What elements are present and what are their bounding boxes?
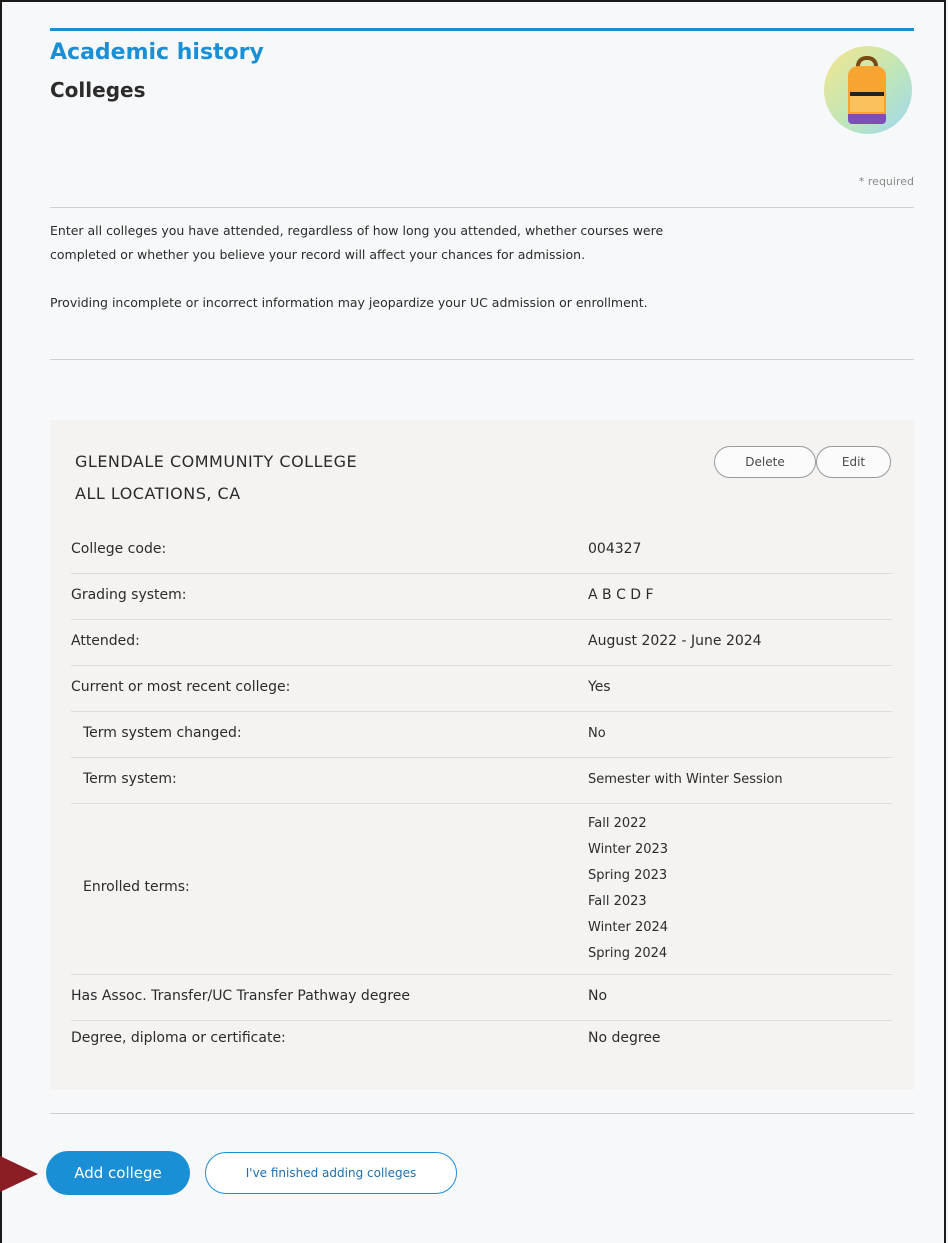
detail-label: Grading system:: [71, 587, 187, 603]
detail-label: Enrolled terms:: [83, 879, 190, 895]
backpack-bottom: [848, 114, 886, 124]
required-note: * required: [858, 175, 914, 188]
college-location: ALL LOCATIONS, CA: [75, 484, 241, 503]
detail-value: 004327: [588, 541, 642, 557]
detail-row-transfer-degree: Has Assoc. Transfer/UC Transfer Pathway …: [71, 974, 892, 1021]
detail-row-college-code: College code: 004327: [71, 527, 892, 574]
intro-paragraph-2: Providing incomplete or incorrect inform…: [50, 295, 648, 310]
divider: [50, 207, 914, 208]
college-name-line1: GLENDALE COMMUNITY COLLEGE: [75, 452, 358, 471]
backpack-pocket: [850, 92, 884, 112]
finished-adding-colleges-button[interactable]: I've finished adding colleges: [205, 1152, 457, 1194]
detail-row-attended: Attended: August 2022 - June 2024: [71, 619, 892, 666]
detail-row-degree: Degree, diploma or certificate: No degre…: [71, 1020, 892, 1056]
detail-label: Term system changed:: [83, 725, 242, 741]
college-card: GLENDALE COMMUNITY COLLEGE ALL LOCATIONS…: [50, 420, 914, 1090]
detail-label: Degree, diploma or certificate:: [71, 1030, 286, 1046]
add-college-button[interactable]: Add college: [46, 1151, 190, 1195]
detail-label: College code:: [71, 541, 167, 557]
detail-value: No: [588, 988, 608, 1004]
term-item: Winter 2023: [588, 842, 669, 857]
detail-row-term-system: Term system: Semester with Winter Sessio…: [71, 757, 892, 804]
detail-value: A B C D F: [588, 587, 654, 603]
detail-row-current-college: Current or most recent college: Yes: [71, 665, 892, 712]
edit-button[interactable]: Edit: [816, 446, 891, 478]
term-item: Winter 2024: [588, 920, 669, 935]
detail-value: Yes: [588, 679, 611, 695]
detail-row-term-system-changed: Term system changed: No: [71, 711, 892, 758]
term-item: Fall 2022: [588, 816, 647, 831]
term-item: Fall 2023: [588, 894, 647, 909]
term-item: Spring 2023: [588, 868, 668, 883]
delete-button[interactable]: Delete: [714, 446, 816, 478]
section-title: Academic history: [50, 40, 264, 65]
college-name: GLENDALE COMMUNITY COLLEGE ALL LOCATIONS…: [75, 446, 357, 510]
detail-row-grading-system: Grading system: A B C D F: [71, 573, 892, 620]
intro-paragraph-1: Enter all colleges you have attended, re…: [50, 223, 664, 262]
divider: [50, 1113, 914, 1114]
term-item: Spring 2024: [588, 946, 668, 961]
detail-value: Semester with Winter Session: [588, 772, 783, 787]
detail-value: No degree: [588, 1030, 661, 1046]
pointer-arrow-icon: [0, 1156, 38, 1192]
header-rule: [50, 28, 914, 31]
detail-row-enrolled-terms: Enrolled terms: Fall 2022 Winter 2023 Sp…: [71, 803, 892, 975]
detail-label: Current or most recent college:: [71, 679, 291, 695]
page-title: Colleges: [50, 78, 146, 102]
detail-label: Has Assoc. Transfer/UC Transfer Pathway …: [71, 988, 410, 1004]
divider: [50, 359, 914, 360]
detail-value: No: [588, 726, 606, 741]
backpack-icon: [824, 46, 912, 134]
detail-value: August 2022 - June 2024: [588, 633, 762, 649]
detail-label: Term system:: [83, 771, 177, 787]
enrolled-terms-list: Fall 2022 Winter 2023 Spring 2023 Fall 2…: [588, 811, 668, 967]
detail-label: Attended:: [71, 633, 140, 649]
